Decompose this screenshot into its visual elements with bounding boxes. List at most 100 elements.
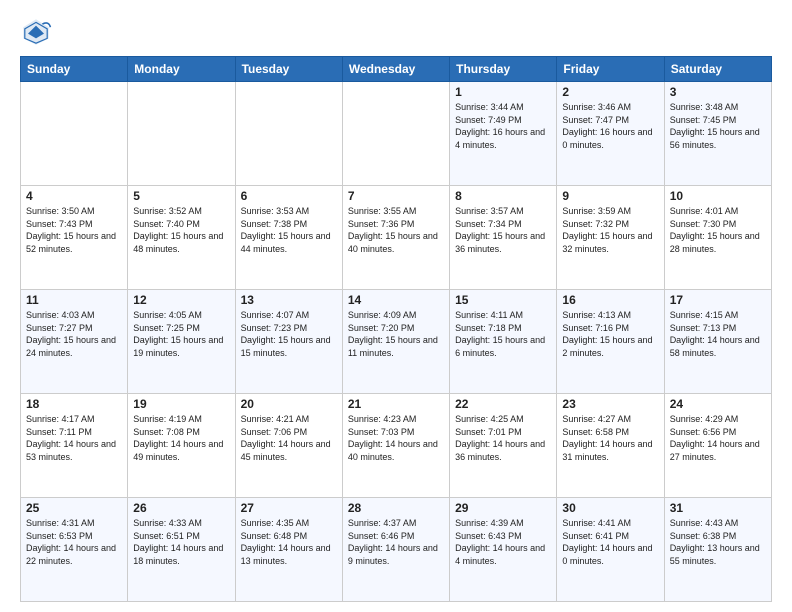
day-number: 22 [455,397,551,411]
weekday-saturday: Saturday [664,57,771,82]
day-cell: 20 Sunrise: 4:21 AM Sunset: 7:06 PM Dayli… [235,394,342,498]
day-cell: 25 Sunrise: 4:31 AM Sunset: 6:53 PM Dayli… [21,498,128,602]
day-cell: 18 Sunrise: 4:17 AM Sunset: 7:11 PM Dayli… [21,394,128,498]
day-cell: 12 Sunrise: 4:05 AM Sunset: 7:25 PM Dayli… [128,290,235,394]
day-info: Sunrise: 4:19 AM Sunset: 7:08 PM Dayligh… [133,413,229,463]
day-cell: 31 Sunrise: 4:43 AM Sunset: 6:38 PM Dayli… [664,498,771,602]
day-number: 21 [348,397,444,411]
day-number: 9 [562,189,658,203]
day-number: 4 [26,189,122,203]
day-info: Sunrise: 3:52 AM Sunset: 7:40 PM Dayligh… [133,205,229,255]
day-cell: 23Sunrise: 4:27 AM Sunset: 6:58 PM Dayli… [557,394,664,498]
day-cell: 27 Sunrise: 4:35 AM Sunset: 6:48 PM Dayli… [235,498,342,602]
day-info: Sunrise: 3:59 AM Sunset: 7:32 PM Dayligh… [562,205,658,255]
day-cell: 24 Sunrise: 4:29 AM Sunset: 6:56 PM Dayli… [664,394,771,498]
day-cell: 8 Sunrise: 3:57 AM Sunset: 7:34 PM Daylig… [450,186,557,290]
day-number: 6 [241,189,337,203]
day-info: Sunrise: 4:09 AM Sunset: 7:20 PM Dayligh… [348,309,444,359]
day-info: Sunrise: 3:46 AM Sunset: 7:47 PM Dayligh… [562,101,658,151]
day-info: Sunrise: 4:33 AM Sunset: 6:51 PM Dayligh… [133,517,229,567]
day-number: 25 [26,501,122,515]
day-cell: 14 Sunrise: 4:09 AM Sunset: 7:20 PM Dayli… [342,290,449,394]
day-number: 24 [670,397,766,411]
day-cell: 7 Sunrise: 3:55 AM Sunset: 7:36 PM Daylig… [342,186,449,290]
day-info: Sunrise: 4:35 AM Sunset: 6:48 PM Dayligh… [241,517,337,567]
day-number: 27 [241,501,337,515]
day-number: 31 [670,501,766,515]
day-cell [128,82,235,186]
day-info: Sunrise: 4:11 AM Sunset: 7:18 PM Dayligh… [455,309,551,359]
day-info: Sunrise: 4:21 AM Sunset: 7:06 PM Dayligh… [241,413,337,463]
day-number: 7 [348,189,444,203]
day-cell: 19 Sunrise: 4:19 AM Sunset: 7:08 PM Dayli… [128,394,235,498]
day-info: Sunrise: 4:31 AM Sunset: 6:53 PM Dayligh… [26,517,122,567]
day-cell: 4 Sunrise: 3:50 AM Sunset: 7:43 PM Daylig… [21,186,128,290]
day-info: Sunrise: 3:55 AM Sunset: 7:36 PM Dayligh… [348,205,444,255]
week-row-3: 11 Sunrise: 4:03 AM Sunset: 7:27 PM Dayli… [21,290,772,394]
weekday-sunday: Sunday [21,57,128,82]
day-info: Sunrise: 4:05 AM Sunset: 7:25 PM Dayligh… [133,309,229,359]
week-row-4: 18 Sunrise: 4:17 AM Sunset: 7:11 PM Dayli… [21,394,772,498]
day-cell: 1Sunrise: 3:44 AM Sunset: 7:49 PM Daylig… [450,82,557,186]
week-row-1: 1Sunrise: 3:44 AM Sunset: 7:49 PM Daylig… [21,82,772,186]
day-info: Sunrise: 4:15 AM Sunset: 7:13 PM Dayligh… [670,309,766,359]
day-cell: 22 Sunrise: 4:25 AM Sunset: 7:01 PM Dayli… [450,394,557,498]
day-cell: 11 Sunrise: 4:03 AM Sunset: 7:27 PM Dayli… [21,290,128,394]
day-number: 5 [133,189,229,203]
day-number: 16 [562,293,658,307]
header [20,16,772,48]
day-cell: 2Sunrise: 3:46 AM Sunset: 7:47 PM Daylig… [557,82,664,186]
day-number: 11 [26,293,122,307]
day-cell: 28Sunrise: 4:37 AM Sunset: 6:46 PM Dayli… [342,498,449,602]
day-number: 29 [455,501,551,515]
day-cell: 30Sunrise: 4:41 AM Sunset: 6:41 PM Dayli… [557,498,664,602]
day-cell: 5 Sunrise: 3:52 AM Sunset: 7:40 PM Daylig… [128,186,235,290]
day-info: Sunrise: 3:57 AM Sunset: 7:34 PM Dayligh… [455,205,551,255]
day-cell: 9 Sunrise: 3:59 AM Sunset: 7:32 PM Daylig… [557,186,664,290]
day-info: Sunrise: 3:53 AM Sunset: 7:38 PM Dayligh… [241,205,337,255]
day-cell: 15 Sunrise: 4:11 AM Sunset: 7:18 PM Dayli… [450,290,557,394]
day-info: Sunrise: 4:01 AM Sunset: 7:30 PM Dayligh… [670,205,766,255]
day-number: 13 [241,293,337,307]
day-cell [235,82,342,186]
weekday-header: SundayMondayTuesdayWednesdayThursdayFrid… [21,57,772,82]
day-number: 26 [133,501,229,515]
day-info: Sunrise: 4:29 AM Sunset: 6:56 PM Dayligh… [670,413,766,463]
day-number: 30 [562,501,658,515]
day-number: 10 [670,189,766,203]
logo-icon [20,16,52,48]
weekday-thursday: Thursday [450,57,557,82]
day-number: 15 [455,293,551,307]
day-info: Sunrise: 4:23 AM Sunset: 7:03 PM Dayligh… [348,413,444,463]
day-cell [342,82,449,186]
day-info: Sunrise: 4:03 AM Sunset: 7:27 PM Dayligh… [26,309,122,359]
day-number: 17 [670,293,766,307]
day-cell: 17 Sunrise: 4:15 AM Sunset: 7:13 PM Dayli… [664,290,771,394]
calendar-table: SundayMondayTuesdayWednesdayThursdayFrid… [20,56,772,602]
day-info: Sunrise: 4:27 AM Sunset: 6:58 PM Dayligh… [562,413,658,463]
day-number: 20 [241,397,337,411]
page: SundayMondayTuesdayWednesdayThursdayFrid… [0,0,792,612]
day-cell: 6 Sunrise: 3:53 AM Sunset: 7:38 PM Daylig… [235,186,342,290]
day-info: Sunrise: 3:50 AM Sunset: 7:43 PM Dayligh… [26,205,122,255]
day-number: 19 [133,397,229,411]
day-number: 12 [133,293,229,307]
day-info: Sunrise: 4:37 AM Sunset: 6:46 PM Dayligh… [348,517,444,567]
day-number: 14 [348,293,444,307]
day-cell: 21 Sunrise: 4:23 AM Sunset: 7:03 PM Dayli… [342,394,449,498]
day-number: 3 [670,85,766,99]
day-cell: 13 Sunrise: 4:07 AM Sunset: 7:23 PM Dayli… [235,290,342,394]
day-info: Sunrise: 4:17 AM Sunset: 7:11 PM Dayligh… [26,413,122,463]
weekday-friday: Friday [557,57,664,82]
day-info: Sunrise: 4:07 AM Sunset: 7:23 PM Dayligh… [241,309,337,359]
day-info: Sunrise: 3:48 AM Sunset: 7:45 PM Dayligh… [670,101,766,151]
day-cell: 16Sunrise: 4:13 AM Sunset: 7:16 PM Dayli… [557,290,664,394]
day-cell: 26 Sunrise: 4:33 AM Sunset: 6:51 PM Dayli… [128,498,235,602]
week-row-2: 4 Sunrise: 3:50 AM Sunset: 7:43 PM Daylig… [21,186,772,290]
day-number: 18 [26,397,122,411]
day-info: Sunrise: 4:43 AM Sunset: 6:38 PM Dayligh… [670,517,766,567]
day-number: 8 [455,189,551,203]
day-cell [21,82,128,186]
day-info: Sunrise: 4:39 AM Sunset: 6:43 PM Dayligh… [455,517,551,567]
day-info: Sunrise: 4:25 AM Sunset: 7:01 PM Dayligh… [455,413,551,463]
